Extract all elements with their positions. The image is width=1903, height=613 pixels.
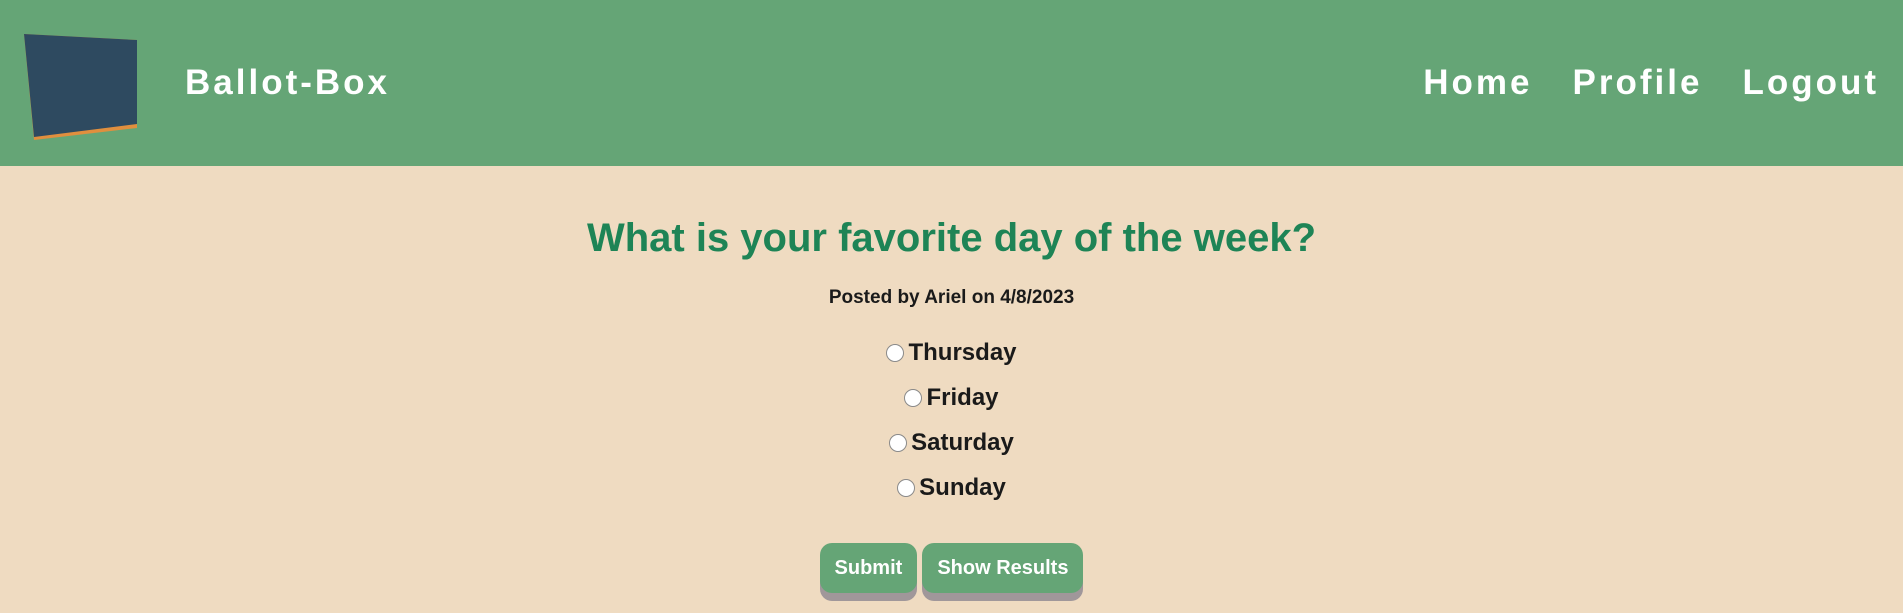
poll-options: Thursday Friday Saturday Sunday [0, 330, 1903, 510]
option-sunday[interactable]: Sunday [0, 465, 1903, 510]
option-thursday[interactable]: Thursday [0, 330, 1903, 375]
poll-byline: Posted by Ariel on 4/8/2023 [828, 287, 1075, 308]
nav-profile-link[interactable]: Profile [1573, 62, 1703, 104]
brand-title[interactable]: Ballot-Box [185, 62, 390, 104]
submit-button[interactable]: Submit [819, 543, 918, 593]
option-friday[interactable]: Friday [0, 375, 1903, 420]
option-label: Sunday [919, 473, 1006, 501]
action-buttons: Submit Show Results [0, 543, 1903, 593]
nav-home-link[interactable]: Home [1423, 62, 1532, 104]
radio-button[interactable] [886, 343, 905, 362]
radio-button[interactable] [904, 388, 923, 407]
header-bar: Ballot-Box Home Profile Logout [0, 0, 1903, 166]
option-label: Saturday [911, 428, 1014, 456]
logo-icon[interactable] [24, 34, 139, 140]
nav-logout-link[interactable]: Logout [1742, 62, 1879, 104]
option-label: Friday [926, 383, 999, 411]
radio-button[interactable] [897, 478, 916, 497]
option-saturday[interactable]: Saturday [0, 420, 1903, 465]
poll-section: What is your favorite day of the week? P… [0, 166, 1903, 613]
poll-question: What is your favorite day of the week? [586, 216, 1317, 260]
main-nav: Home Profile Logout [1423, 62, 1879, 104]
show-results-button[interactable]: Show Results [922, 543, 1084, 593]
option-label: Thursday [908, 338, 1017, 366]
radio-button[interactable] [889, 433, 908, 452]
